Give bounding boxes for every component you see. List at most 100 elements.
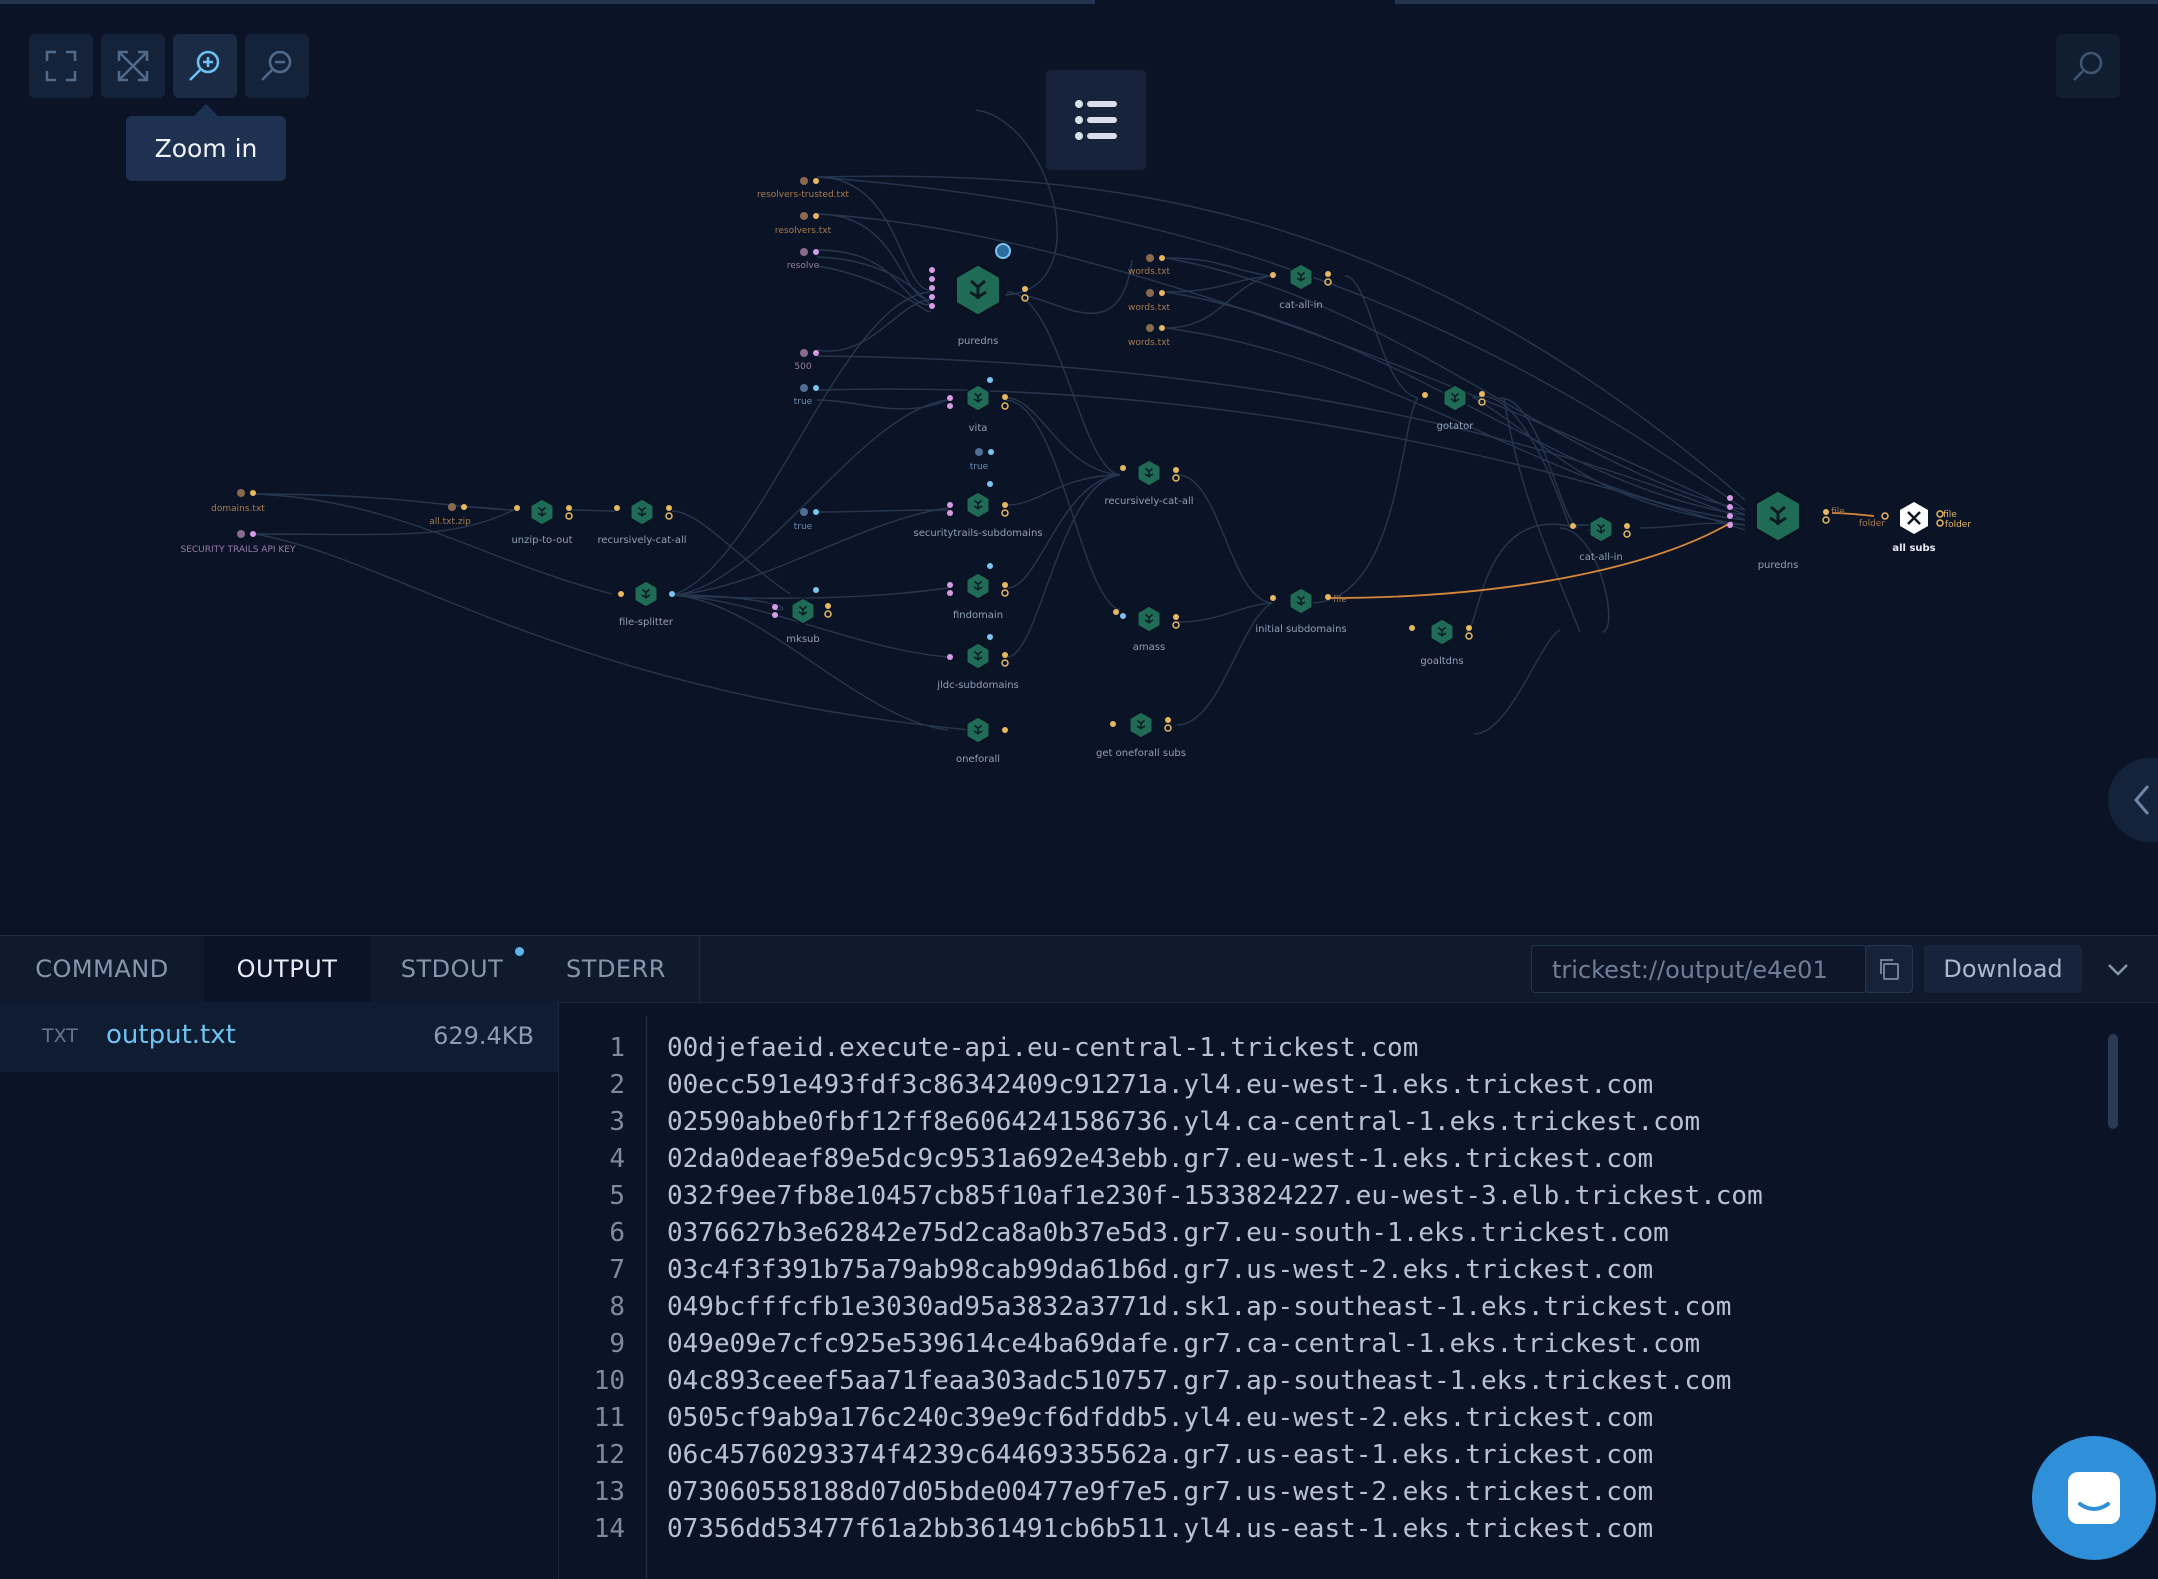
input-500: 500 xyxy=(794,362,811,372)
line-number: 8 xyxy=(609,1292,625,1322)
node-vita[interactable]: vita xyxy=(966,384,990,434)
search-icon xyxy=(2073,51,2103,81)
line-number: 13 xyxy=(593,1477,625,1507)
line-text: 03c4f3f391b75a79ab98cab99da61b6d.gr7.us-… xyxy=(667,1255,1654,1285)
node-all-subs[interactable]: all subs file folder xyxy=(1892,502,1971,554)
node-initial-subdomains[interactable]: initial subdomains file xyxy=(1255,587,1347,635)
tab-stdout[interactable]: STDOUT xyxy=(370,936,534,1002)
svg-text:file-splitter: file-splitter xyxy=(619,617,674,628)
line-number: 12 xyxy=(593,1440,625,1470)
node-goaltdns[interactable]: goaltdns xyxy=(1420,618,1464,667)
svg-text:folder: folder xyxy=(1945,520,1971,530)
svg-text:recursively-cat-all: recursively-cat-all xyxy=(597,535,686,546)
svg-text:file: file xyxy=(1831,507,1845,517)
node-mksub[interactable]: mksub xyxy=(786,597,820,645)
line-number: 1 xyxy=(609,1033,625,1063)
input-true-3: true xyxy=(970,462,989,472)
zoom-out-button[interactable] xyxy=(245,34,309,98)
download-options-button[interactable] xyxy=(2098,950,2138,990)
fullscreen-button[interactable] xyxy=(29,34,93,98)
node-puredns-top[interactable]: puredns xyxy=(954,243,1011,347)
chevron-left-icon xyxy=(2130,780,2154,824)
tab-stderr[interactable]: STDERR xyxy=(534,936,698,1002)
chevron-down-icon xyxy=(2108,964,2128,976)
svg-text:jldc-subdomains: jldc-subdomains xyxy=(936,680,1019,691)
node-oneforall[interactable]: oneforall xyxy=(956,716,1000,765)
search-button[interactable] xyxy=(2056,34,2120,98)
line-number: 9 xyxy=(609,1329,625,1359)
output-file-list: TXT output.txt 629.4KB xyxy=(0,1002,559,1579)
file-type-badge: TXT xyxy=(42,1025,78,1047)
output-panel: COMMAND OUTPUT STDOUT STDERR trickest://… xyxy=(0,935,2158,1579)
output-line: 7 03c4f3f391b75a79ab98cab99da61b6d.gr7.us… xyxy=(560,1252,2060,1289)
node-recursively-cat-all-left[interactable]: recursively-cat-all xyxy=(597,498,687,546)
graph-edges xyxy=(254,109,1746,735)
viewer-scrollbar[interactable] xyxy=(2108,1034,2118,1129)
output-line: 12 06c45760293374f4239c64469335562a.gr7.u… xyxy=(560,1437,2060,1474)
fit-to-screen-button[interactable] xyxy=(101,34,165,98)
stdout-notification-dot xyxy=(515,947,524,956)
output-line: 11 0505cf9ab9a176c240c39e9cf6dfddb5.yl4.e… xyxy=(560,1400,2060,1437)
line-number: 5 xyxy=(609,1181,625,1211)
line-number: 11 xyxy=(593,1403,625,1433)
svg-text:get oneforall subs: get oneforall subs xyxy=(1096,748,1186,759)
node-puredns-right[interactable]: puredns file folder xyxy=(1754,488,1886,571)
workflow-canvas[interactable]: domains.txt SECURITY TRAILS API KEY all.… xyxy=(0,0,2158,935)
line-number: 2 xyxy=(609,1070,625,1100)
output-line: 1 00djefaeid.execute-api.eu-central-1.tri… xyxy=(560,1030,2060,1067)
file-name[interactable]: output.txt xyxy=(106,1020,236,1050)
file-item-output[interactable]: TXT output.txt 629.4KB xyxy=(0,1002,558,1072)
line-text: 02da0deaef89e5dc9c9531a692e43ebb.gr7.eu-… xyxy=(667,1144,1654,1174)
line-number: 14 xyxy=(593,1514,625,1544)
copy-path-button[interactable] xyxy=(1865,945,1913,993)
input-true-2: true xyxy=(794,522,813,532)
line-text: 04c893ceeef5aa71feaa303adc510757.gr7.ap-… xyxy=(667,1366,1732,1396)
svg-text:goaltdns: goaltdns xyxy=(1420,656,1463,667)
expand-arrows-icon xyxy=(117,50,149,82)
svg-text:oneforall: oneforall xyxy=(956,754,1000,765)
zoom-out-icon xyxy=(261,50,292,81)
zoom-in-icon xyxy=(189,50,220,81)
node-file-splitter[interactable]: file-splitter xyxy=(619,580,674,628)
output-line: 4 02da0deaef89e5dc9c9531a692e43ebb.gr7.eu… xyxy=(560,1141,2060,1178)
node-cat-all-in-right[interactable]: cat-all-in xyxy=(1579,515,1623,563)
output-line: 13 073060558188d07d05bde00477e9f7e5.gr7.u… xyxy=(560,1474,2060,1511)
output-line: 10 04c893ceeef5aa71feaa303adc510757.gr7.a… xyxy=(560,1363,2060,1400)
fullscreen-icon xyxy=(45,50,77,82)
node-amass[interactable]: amass xyxy=(1133,605,1165,653)
output-path-field[interactable]: trickest://output/e4e01 xyxy=(1531,945,1867,993)
line-number: 10 xyxy=(593,1366,625,1396)
svg-text:amass: amass xyxy=(1133,642,1165,653)
download-button[interactable]: Download xyxy=(1924,945,2082,993)
svg-text:securitytrails-subdomains: securitytrails-subdomains xyxy=(913,528,1042,539)
node-securitytrails-subdomains[interactable]: securitytrails-subdomains xyxy=(913,491,1043,539)
node-findomain[interactable]: findomain xyxy=(953,572,1003,621)
svg-text:findomain: findomain xyxy=(953,610,1003,621)
svg-text:all subs: all subs xyxy=(1892,543,1935,554)
tab-output[interactable]: OUTPUT xyxy=(204,936,370,1002)
svg-text:mksub: mksub xyxy=(786,634,819,645)
line-number: 6 xyxy=(609,1218,625,1248)
input-words-3: words.txt xyxy=(1128,338,1171,348)
graph-nodes: puredns vita securitytrails-subdomains f… xyxy=(511,243,1971,765)
input-true-1: true xyxy=(794,397,813,407)
zoom-in-button[interactable] xyxy=(173,34,237,98)
file-content-viewer[interactable]: 1 00djefaeid.execute-api.eu-central-1.tri… xyxy=(560,1002,2158,1579)
line-text: 06c45760293374f4239c64469335562a.gr7.us-… xyxy=(667,1440,1654,1470)
node-recursively-cat-all-mid[interactable]: recursively-cat-all xyxy=(1104,459,1194,507)
node-list-button[interactable] xyxy=(1046,70,1146,170)
input-resolve: resolve xyxy=(787,261,820,271)
copy-icon xyxy=(1880,959,1899,980)
input-words-2: words.txt xyxy=(1128,303,1171,313)
line-number: 4 xyxy=(609,1144,625,1174)
input-api-key: SECURITY TRAILS API KEY xyxy=(180,545,296,555)
list-icon xyxy=(1075,100,1117,140)
node-unzip-to-out[interactable]: unzip-to-out xyxy=(511,498,573,546)
node-jldc-subdomains[interactable]: jldc-subdomains xyxy=(936,642,1019,691)
svg-text:file: file xyxy=(1943,510,1957,520)
tab-command[interactable]: COMMAND xyxy=(0,936,204,1002)
node-cat-all-in-top[interactable]: cat-all-in xyxy=(1279,263,1323,311)
node-get-oneforall-subs[interactable]: get oneforall subs xyxy=(1096,711,1186,759)
chat-support-button[interactable] xyxy=(2032,1436,2156,1560)
output-line: 5 032f9ee7fb8e10457cb85f10af1e230f-153382… xyxy=(560,1178,2060,1215)
